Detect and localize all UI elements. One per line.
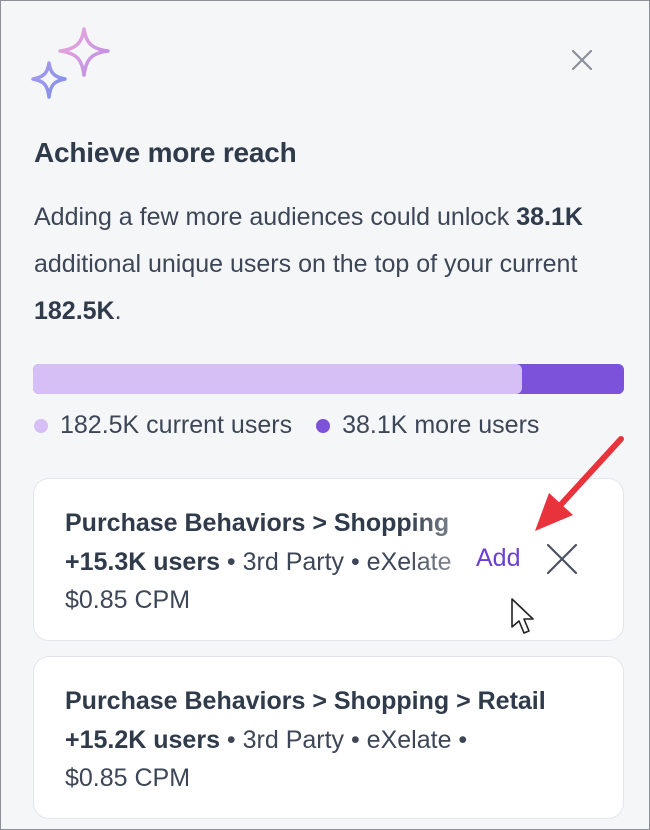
current-users-segment xyxy=(33,364,522,394)
legend-label-current: 182.5K current users xyxy=(60,411,293,439)
audience-title: Purchase Behaviors > Shopping > Retail xyxy=(65,687,546,715)
audience-price: $0.85 CPM xyxy=(65,586,191,614)
audience-suggestion-card[interactable]: Purchase Behaviors > Shopping > Retail +… xyxy=(33,656,624,819)
audience-users: +15.2K users xyxy=(65,725,220,754)
reach-description: Adding a few more audiences could unlock… xyxy=(34,194,614,335)
more-users-segment xyxy=(521,364,624,394)
audience-suggestion-card[interactable]: Purchase Behaviors > Shopping +15.3K use… xyxy=(33,478,624,641)
add-audience-button[interactable]: Add xyxy=(476,544,520,573)
audience-users: +15.3K users xyxy=(65,547,220,576)
legend-item-current: 182.5K current users xyxy=(34,411,292,440)
audience-source: • 3rd Party • eXelate xyxy=(219,547,452,576)
card-content: Purchase Behaviors > Shopping > Retail +… xyxy=(65,682,605,798)
audience-meta: +15.2K users • 3rd Party • eXelate • xyxy=(65,721,605,760)
audience-price: $0.85 CPM xyxy=(65,764,191,792)
reach-legend: 182.5K current users 38.1K more users xyxy=(34,411,563,440)
legend-item-more: 38.1K more users xyxy=(316,411,539,440)
legend-dot-more xyxy=(316,418,331,433)
description-text: Adding a few more audiences could unlock xyxy=(34,203,517,231)
reach-progress-bar xyxy=(33,364,624,394)
legend-label-more: 38.1K more users xyxy=(342,411,540,439)
card-content: Purchase Behaviors > Shopping +15.3K use… xyxy=(65,504,605,620)
audience-source: • 3rd Party • eXelate • xyxy=(219,725,468,754)
panel-title: Achieve more reach xyxy=(34,137,297,168)
additional-users-value: 38.1K xyxy=(516,203,583,231)
reach-suggestion-panel: Achieve more reach Adding a few more aud… xyxy=(0,0,650,830)
audience-title: Purchase Behaviors > Shopping xyxy=(65,509,450,537)
sparkle-icon xyxy=(31,27,110,99)
close-icon[interactable] xyxy=(567,45,597,75)
description-text: additional unique users on the top of yo… xyxy=(34,250,578,278)
legend-dot-current xyxy=(34,418,48,433)
description-text: . xyxy=(114,297,122,325)
audience-meta: +15.3K users • 3rd Party • eXelate xyxy=(65,543,605,582)
current-users-value: 182.5K xyxy=(34,297,115,325)
close-icon[interactable] xyxy=(545,542,579,576)
